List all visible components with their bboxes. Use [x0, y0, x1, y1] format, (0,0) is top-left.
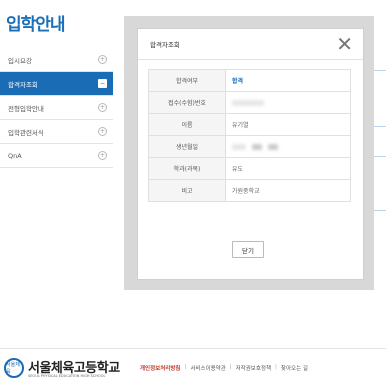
- footer-links: 개인정보처리방침 | 서비스이용약관 | 저작권보호정책 | 찾아오는 길: [140, 364, 308, 372]
- dialog-header: 합격자조회 ✕: [138, 29, 363, 60]
- plus-icon: +: [98, 151, 107, 160]
- plus-icon: +: [98, 55, 107, 64]
- result-lookup-dialog: 합격자조회 ✕ 합격여부 합격 접수(수험)번호 이름 유기열 생년월일 학과(…: [137, 28, 364, 280]
- department-value: 유도: [225, 157, 351, 180]
- divider: |: [184, 364, 187, 370]
- table-row: 합격여부 합격: [148, 69, 351, 92]
- sidebar-item-admission-guide[interactable]: 입시요강 +: [0, 48, 113, 72]
- redacted-mark: [232, 143, 246, 150]
- sidebar-item-label: 전형입학안내: [8, 104, 44, 113]
- background-line: [374, 126, 386, 127]
- close-icon[interactable]: ✕: [336, 34, 353, 54]
- redacted-mark: [268, 143, 278, 150]
- plus-icon: +: [98, 127, 107, 136]
- close-button[interactable]: 닫기: [232, 241, 264, 258]
- background-line: [374, 156, 386, 157]
- row-label: 비고: [148, 179, 226, 202]
- redacted-mark: [252, 143, 262, 150]
- sidebar-item-forms[interactable]: 입학관련서식 +: [0, 120, 113, 144]
- sidebar-item-selection-guide[interactable]: 전형입학안내 +: [0, 96, 113, 120]
- sidebar-item-label: 입시요강: [8, 56, 32, 65]
- footer-divider: [0, 348, 386, 349]
- table-row: 생년월일: [148, 135, 351, 158]
- redacted-mark: [232, 99, 264, 106]
- dialog-title: 합격자조회: [150, 41, 180, 49]
- result-table: 합격여부 합격 접수(수험)번호 이름 유기열 생년월일 학과(과목) 유도 비…: [148, 69, 351, 202]
- sidebar-item-label: QnA: [8, 151, 22, 160]
- divider: |: [229, 364, 232, 370]
- footer-link-directions[interactable]: 찾아오는 길: [281, 364, 308, 372]
- row-label: 이름: [148, 113, 226, 136]
- table-row: 학과(과목) 유도: [148, 157, 351, 180]
- footer-link-copyright[interactable]: 저작권보호정책: [236, 364, 271, 372]
- sidebar-item-qna[interactable]: QnA +: [0, 144, 113, 168]
- school-logo-subtitle: SEOUL PHYSICAL EDUCATION HIGH SCHOOL: [28, 374, 106, 378]
- page-title: 입학안내: [6, 15, 66, 35]
- row-label: 생년월일: [148, 135, 226, 158]
- table-row: 비고 가원중학교: [148, 179, 351, 202]
- plus-icon: +: [98, 103, 107, 112]
- minus-icon: −: [98, 79, 107, 88]
- birthdate-value: [225, 135, 351, 158]
- background-line: [374, 210, 386, 211]
- footer-link-terms[interactable]: 서비스이용약관: [190, 364, 225, 372]
- row-label: 합격여부: [148, 69, 226, 92]
- table-row: 이름 유기열: [148, 113, 351, 136]
- background-line: [374, 70, 386, 71]
- sidebar-item-label: 입학관련서식: [8, 128, 44, 137]
- row-label: 접수(수험)번호: [148, 91, 226, 114]
- table-row: 접수(수험)번호: [148, 91, 351, 114]
- sidebar-item-result-lookup[interactable]: 합격자조회 −: [0, 72, 113, 96]
- footer-link-privacy[interactable]: 개인정보처리방침: [140, 364, 180, 372]
- name-value: 유기열: [225, 113, 351, 136]
- sidebar-item-label: 합격자조회: [8, 80, 38, 89]
- exam-number-value: [225, 91, 351, 114]
- row-label: 학과(과목): [148, 157, 226, 180]
- remarks-value: 가원중학교: [225, 179, 351, 202]
- school-emblem-icon: 서울체육: [4, 358, 24, 378]
- divider: |: [275, 364, 277, 370]
- sidebar-menu: 입시요강 + 합격자조회 − 전형입학안내 + 입학관련서식 + QnA +: [0, 48, 113, 168]
- pass-status-value: 합격: [225, 69, 351, 92]
